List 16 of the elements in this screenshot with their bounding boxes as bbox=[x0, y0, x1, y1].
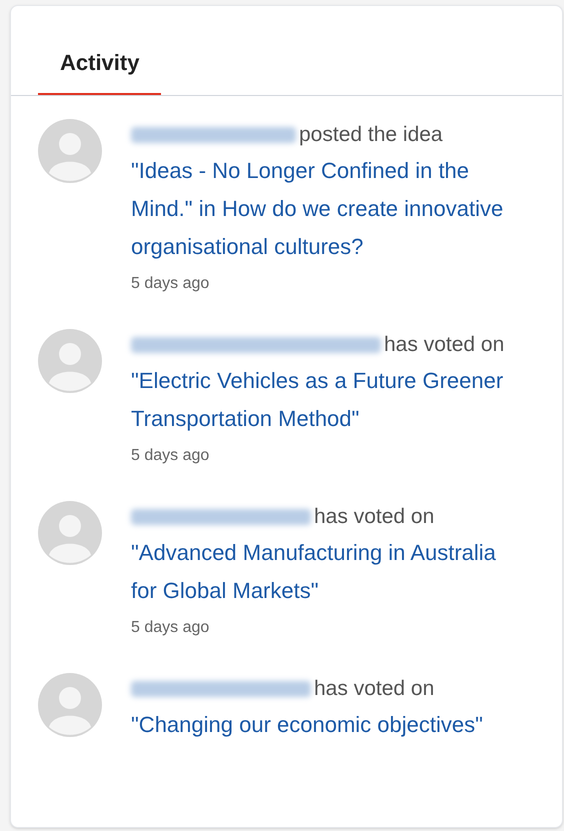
activity-action: posted the idea bbox=[299, 122, 443, 148]
activity-action: has voted on bbox=[314, 676, 434, 702]
timestamp: 5 days ago bbox=[131, 618, 210, 638]
activity-action: has voted on bbox=[384, 332, 504, 358]
timestamp: 5 days ago bbox=[131, 274, 210, 294]
activity-tab[interactable]: Activity bbox=[38, 46, 162, 95]
avatar-icon bbox=[37, 672, 103, 738]
activity-action: has voted on bbox=[314, 504, 434, 530]
idea-link[interactable]: "Ideas - No Longer Confined in the Mind." in How do we create innovative organisational cultures? bbox=[131, 152, 521, 266]
avatar-icon bbox=[37, 328, 103, 394]
timestamp: 5 days ago bbox=[131, 446, 210, 466]
idea-link[interactable]: "Changing our economic objectives" bbox=[131, 706, 521, 744]
idea-link[interactable]: "Electric Vehicles as a Future Greener Transportation Method" bbox=[131, 362, 521, 438]
avatar-icon bbox=[37, 500, 103, 566]
avatar-icon bbox=[37, 118, 103, 184]
idea-link[interactable]: "Advanced Manufacturing in Australia for Global Markets" bbox=[131, 534, 521, 610]
